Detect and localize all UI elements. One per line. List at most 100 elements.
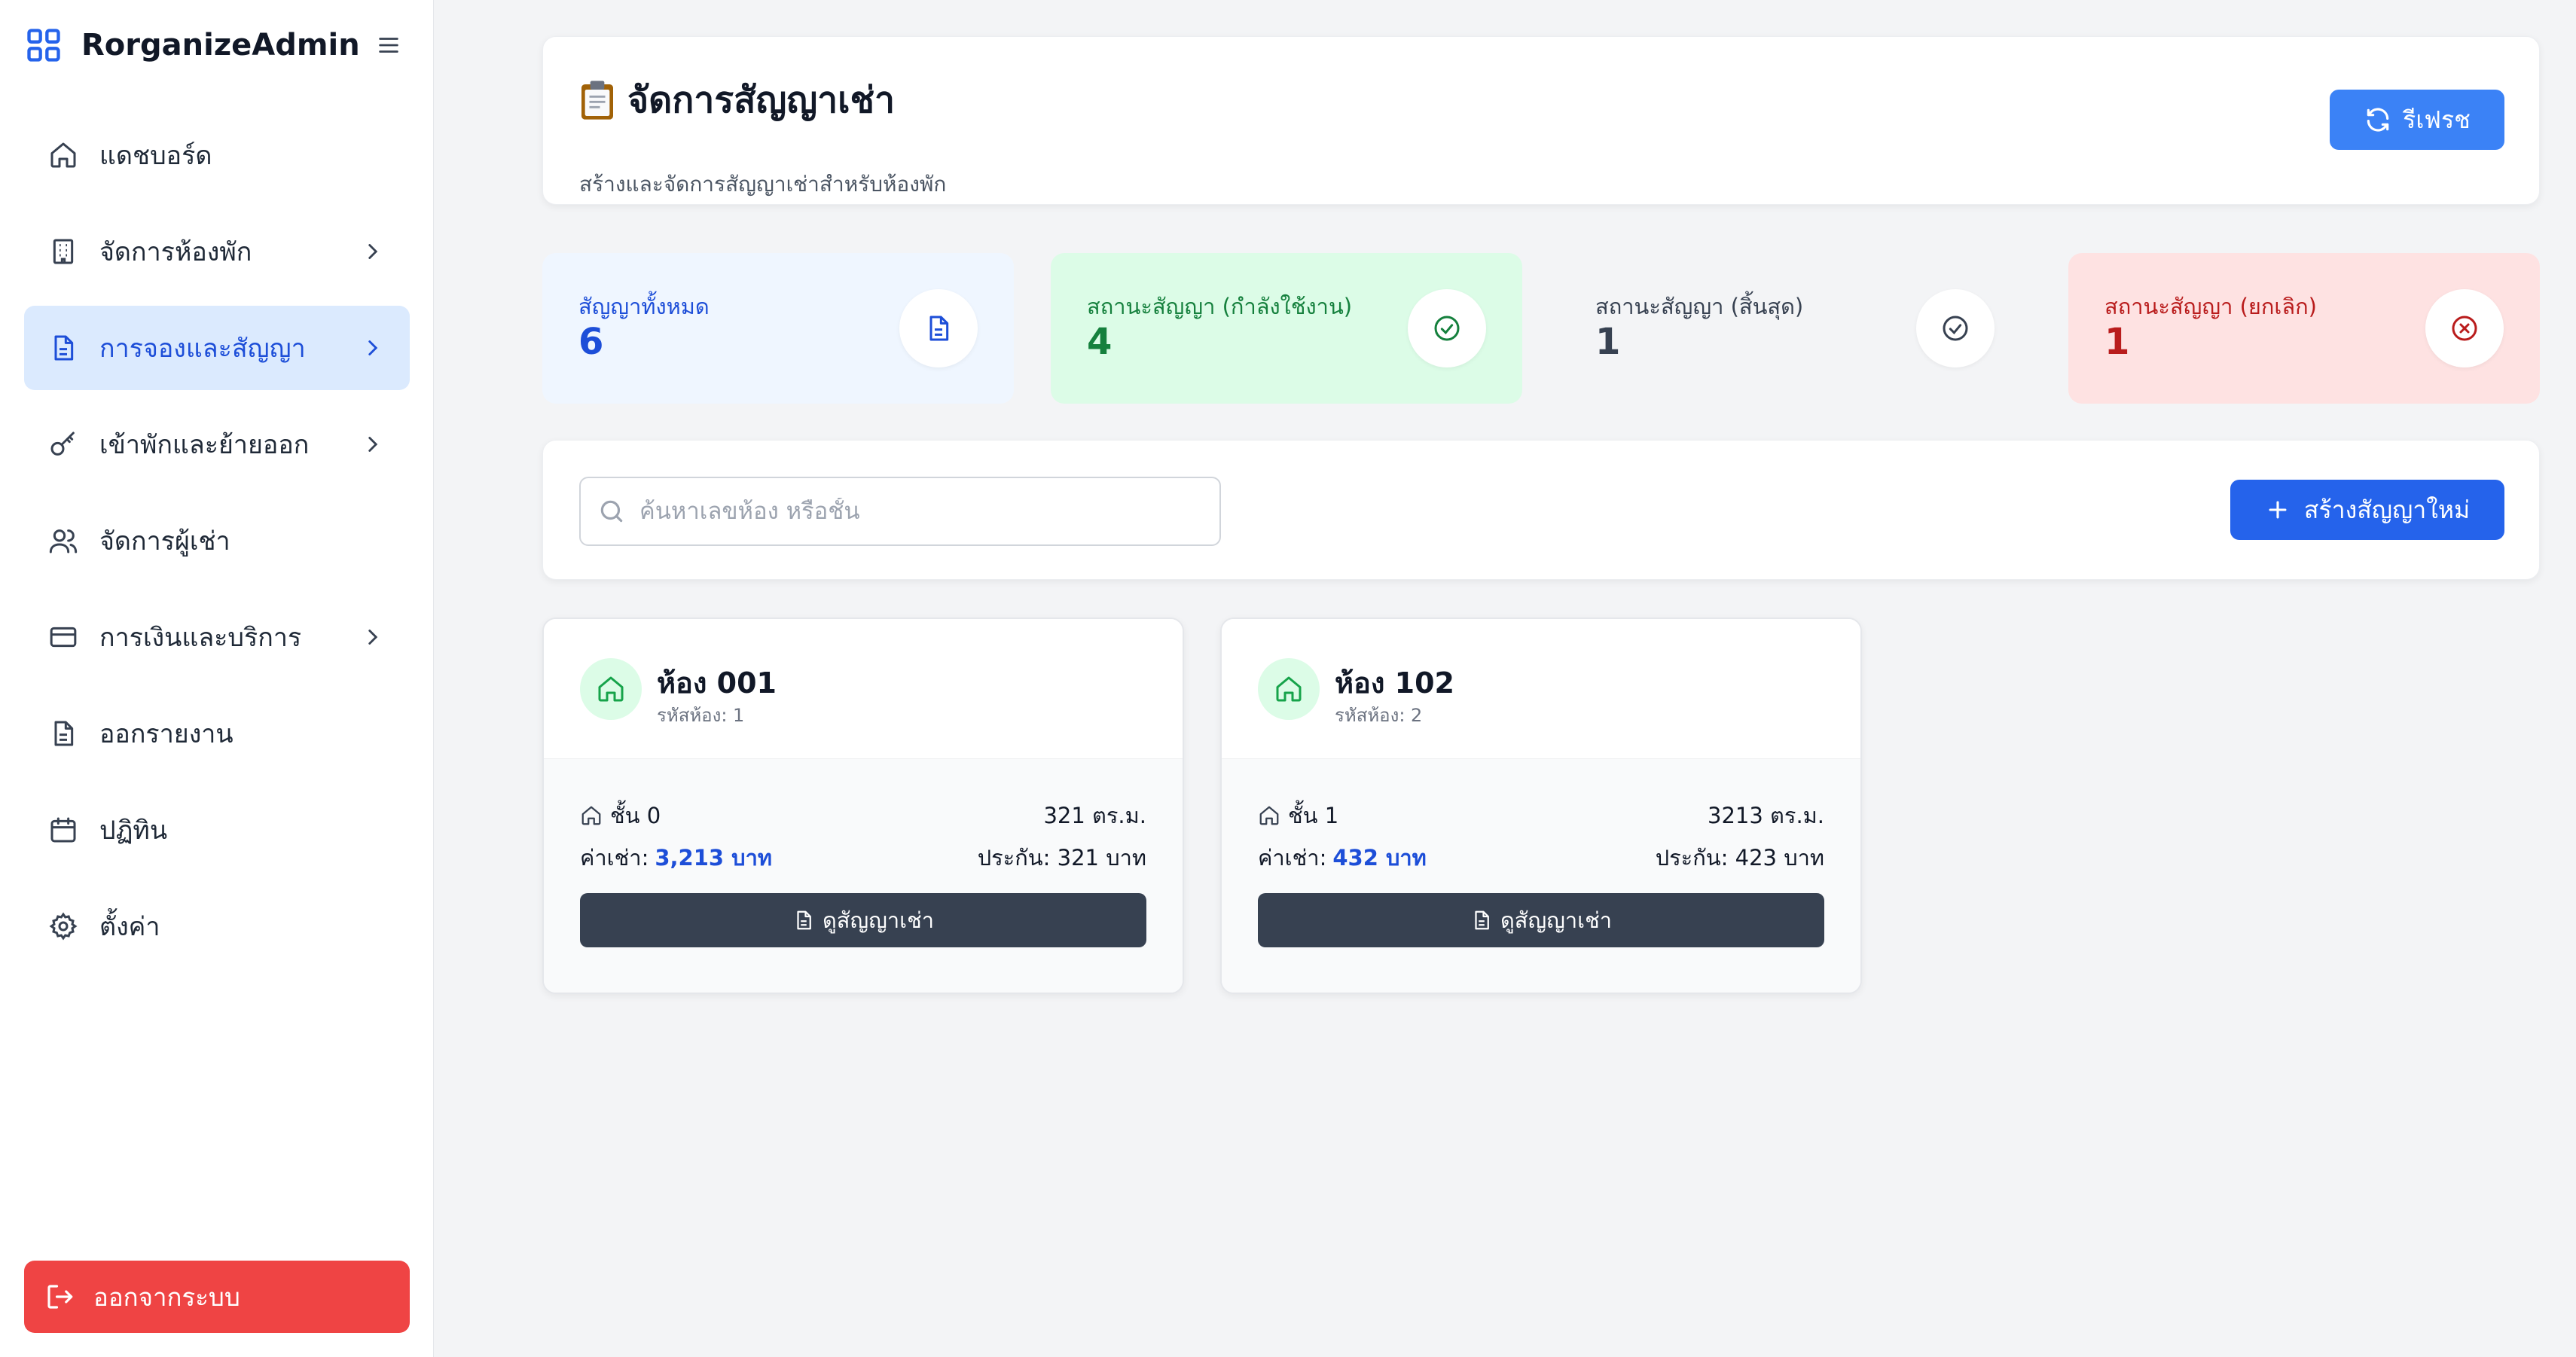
sidebar-item-label: ปฏิทิน bbox=[99, 816, 168, 846]
stat-card-ended: สถานะสัญญา (สิ้นสุด) 1 bbox=[1559, 253, 2031, 404]
document-icon bbox=[929, 316, 949, 341]
logout-icon bbox=[47, 1285, 73, 1309]
rent-amount: 432 บาท bbox=[1332, 845, 1427, 871]
room-area: 3213 ตร.ม. bbox=[1708, 803, 1824, 828]
check-circle-icon bbox=[1434, 316, 1460, 341]
home-icon bbox=[50, 142, 76, 168]
room-icon-badge bbox=[1258, 658, 1320, 720]
sidebar-item-bookings[interactable]: การจองและสัญญา bbox=[24, 306, 410, 390]
sidebar-item-checkin[interactable]: เข้าพักและย้ายออก bbox=[24, 402, 410, 486]
search-box[interactable] bbox=[579, 477, 1221, 546]
room-icon-badge bbox=[580, 658, 642, 720]
view-contract-label: ดูสัญญาเช่า bbox=[822, 907, 935, 933]
search-input[interactable] bbox=[639, 498, 1212, 525]
building-icon bbox=[53, 239, 74, 264]
stat-card-active: สถานะสัญญา (กำลังใช้งาน) 4 bbox=[1051, 253, 1522, 404]
view-contract-button[interactable]: ดูสัญญาเช่า bbox=[1258, 893, 1824, 947]
logout-button[interactable]: ออกจากระบบ bbox=[24, 1261, 410, 1333]
sidebar-item-settings[interactable]: ตั้งค่า bbox=[24, 884, 410, 968]
stat-label: สถานะสัญญา (กำลังใช้งาน) bbox=[1087, 294, 1353, 319]
chevron-right-icon bbox=[368, 340, 378, 355]
users-icon bbox=[49, 529, 78, 553]
stat-value: 6 bbox=[578, 321, 604, 363]
credit-card-icon bbox=[50, 627, 77, 648]
sidebar-item-finance[interactable]: การเงินและบริการ bbox=[24, 595, 410, 679]
room-floor: ชั้น 1 bbox=[1258, 798, 1338, 833]
stat-value: 1 bbox=[2104, 321, 2130, 363]
room-deposit: ประกัน: 321 บาท bbox=[977, 845, 1146, 871]
create-contract-label: สร้างสัญญาใหม่ bbox=[2303, 495, 2471, 524]
sidebar-item-label: จัดการห้องพัก bbox=[99, 237, 252, 267]
rent-label: ค่าเช่า: bbox=[1258, 845, 1327, 871]
menu-toggle-button[interactable] bbox=[369, 27, 408, 63]
sidebar-item-reports[interactable]: ออกรายงาน bbox=[24, 691, 410, 776]
refresh-label: รีเฟรช bbox=[2403, 105, 2471, 134]
room-card: ห้อง 001 รหัสห้อง: 1 ชั้น 0 321 ตร.ม. ค่… bbox=[542, 618, 1184, 994]
check-circle-icon bbox=[1943, 316, 1968, 341]
sidebar-item-rooms[interactable]: จัดการห้องพัก bbox=[24, 209, 410, 294]
sidebar-item-label: ตั้งค่า bbox=[99, 912, 160, 942]
chevron-right-icon bbox=[368, 244, 378, 259]
sidebar-item-dashboard[interactable]: แดชบอร์ด bbox=[24, 113, 410, 197]
room-deposit: ประกัน: 423 บาท bbox=[1655, 845, 1824, 871]
room-card: ห้อง 102 รหัสห้อง: 2 ชั้น 1 3213 ตร.ม. ค… bbox=[1220, 618, 1862, 994]
chevron-right-icon bbox=[368, 437, 378, 452]
brand[interactable]: RorganizeAdmin bbox=[24, 23, 360, 68]
view-contract-label: ดูสัญญาเช่า bbox=[1500, 907, 1613, 933]
search-icon bbox=[600, 500, 623, 523]
floor-icon bbox=[1259, 806, 1279, 825]
sidebar-item-calendar[interactable]: ปฏิทิน bbox=[24, 788, 410, 872]
page-title: จัดการสัญญาเช่า bbox=[627, 79, 896, 121]
plus-icon bbox=[2269, 501, 2287, 519]
stat-card-cancelled: สถานะสัญญา (ยกเลิก) 1 bbox=[2068, 253, 2540, 404]
sidebar-item-label: ออกรายงาน bbox=[99, 719, 233, 749]
stat-icon-badge bbox=[1408, 289, 1486, 367]
refresh-icon bbox=[2367, 108, 2389, 132]
room-floor-text: ชั้น 0 bbox=[610, 803, 661, 828]
sidebar-item-label: การจองและสัญญา bbox=[99, 334, 306, 364]
create-contract-button[interactable]: สร้างสัญญาใหม่ bbox=[2230, 480, 2504, 540]
grid-logo-icon bbox=[27, 29, 60, 62]
home-icon bbox=[598, 676, 624, 702]
room-rent: ค่าเช่า: 432 บาท bbox=[1258, 840, 1427, 875]
room-card-body: ชั้น 0 321 ตร.ม. ค่าเช่า: 3,213 บาท ประกั… bbox=[544, 759, 1183, 993]
stat-value: 4 bbox=[1087, 321, 1113, 363]
page-header: จัดการสัญญาเช่า สร้างและจัดการสัญญาเช่าส… bbox=[542, 36, 2540, 205]
search-toolbar: สร้างสัญญาใหม่ bbox=[542, 440, 2540, 580]
sidebar-item-label: เข้าพักและย้ายออก bbox=[99, 430, 310, 460]
stat-card-total: สัญญาทั้งหมด 6 bbox=[542, 253, 1014, 404]
stat-icon-badge bbox=[2425, 289, 2504, 367]
document-icon bbox=[797, 910, 811, 930]
sidebar-item-label: การเงินและบริการ bbox=[99, 623, 302, 653]
clipboard-icon bbox=[581, 81, 613, 120]
refresh-button[interactable]: รีเฟรช bbox=[2330, 90, 2504, 150]
room-code: รหัสห้อง: 2 bbox=[1335, 705, 1423, 726]
sidebar: RorganizeAdmin แดชบอร์ด จัดการห้องพัก กา… bbox=[0, 0, 434, 1357]
sidebar-item-tenants[interactable]: จัดการผู้เช่า bbox=[24, 499, 410, 583]
sidebar-item-label: แดชบอร์ด bbox=[99, 141, 212, 171]
stat-icon-badge bbox=[899, 289, 978, 367]
chevron-right-icon bbox=[368, 630, 378, 645]
room-card-header: ห้อง 102 รหัสห้อง: 2 bbox=[1222, 619, 1860, 759]
floor-icon bbox=[581, 806, 601, 825]
stat-value: 1 bbox=[1595, 321, 1621, 363]
room-card-header: ห้อง 001 รหัสห้อง: 1 bbox=[544, 619, 1183, 759]
room-code: รหัสห้อง: 1 bbox=[657, 705, 745, 726]
rent-label: ค่าเช่า: bbox=[580, 845, 649, 871]
room-name: ห้อง 001 bbox=[657, 666, 777, 700]
room-card-body: ชั้น 1 3213 ตร.ม. ค่าเช่า: 432 บาท ประกัน… bbox=[1222, 759, 1860, 993]
logout-label: ออกจากระบบ bbox=[93, 1282, 240, 1312]
room-name: ห้อง 102 bbox=[1335, 666, 1454, 700]
stat-label: สถานะสัญญา (สิ้นสุด) bbox=[1595, 294, 1804, 319]
page-title-row: จัดการสัญญาเช่า bbox=[579, 72, 895, 129]
key-icon bbox=[50, 431, 75, 456]
room-floor: ชั้น 0 bbox=[580, 798, 661, 833]
gear-icon bbox=[49, 912, 78, 941]
room-rent: ค่าเช่า: 3,213 บาท bbox=[580, 840, 772, 875]
stat-label: สถานะสัญญา (ยกเลิก) bbox=[2104, 294, 2317, 319]
view-contract-button[interactable]: ดูสัญญาเช่า bbox=[580, 893, 1146, 947]
stat-icon-badge bbox=[1916, 289, 1995, 367]
stat-label: สัญญาทั้งหมด bbox=[578, 294, 710, 319]
document-icon bbox=[54, 335, 74, 361]
calendar-icon bbox=[50, 817, 76, 843]
